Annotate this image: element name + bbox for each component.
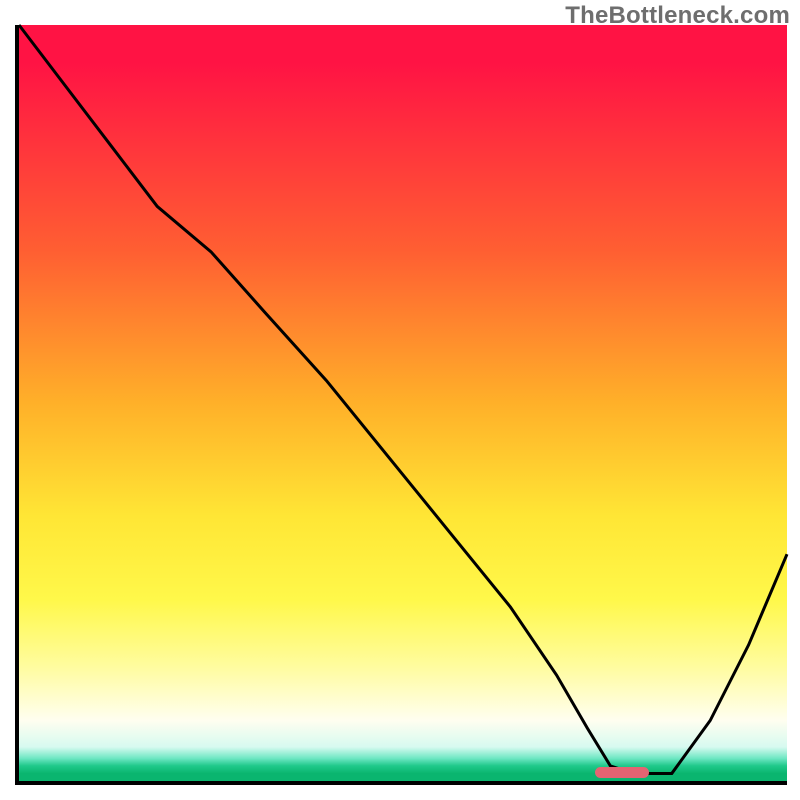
bottleneck-curve xyxy=(19,25,787,781)
bottleneck-chart xyxy=(15,25,787,785)
optimal-range-marker xyxy=(595,767,649,778)
watermark-text: TheBottleneck.com xyxy=(565,2,790,30)
